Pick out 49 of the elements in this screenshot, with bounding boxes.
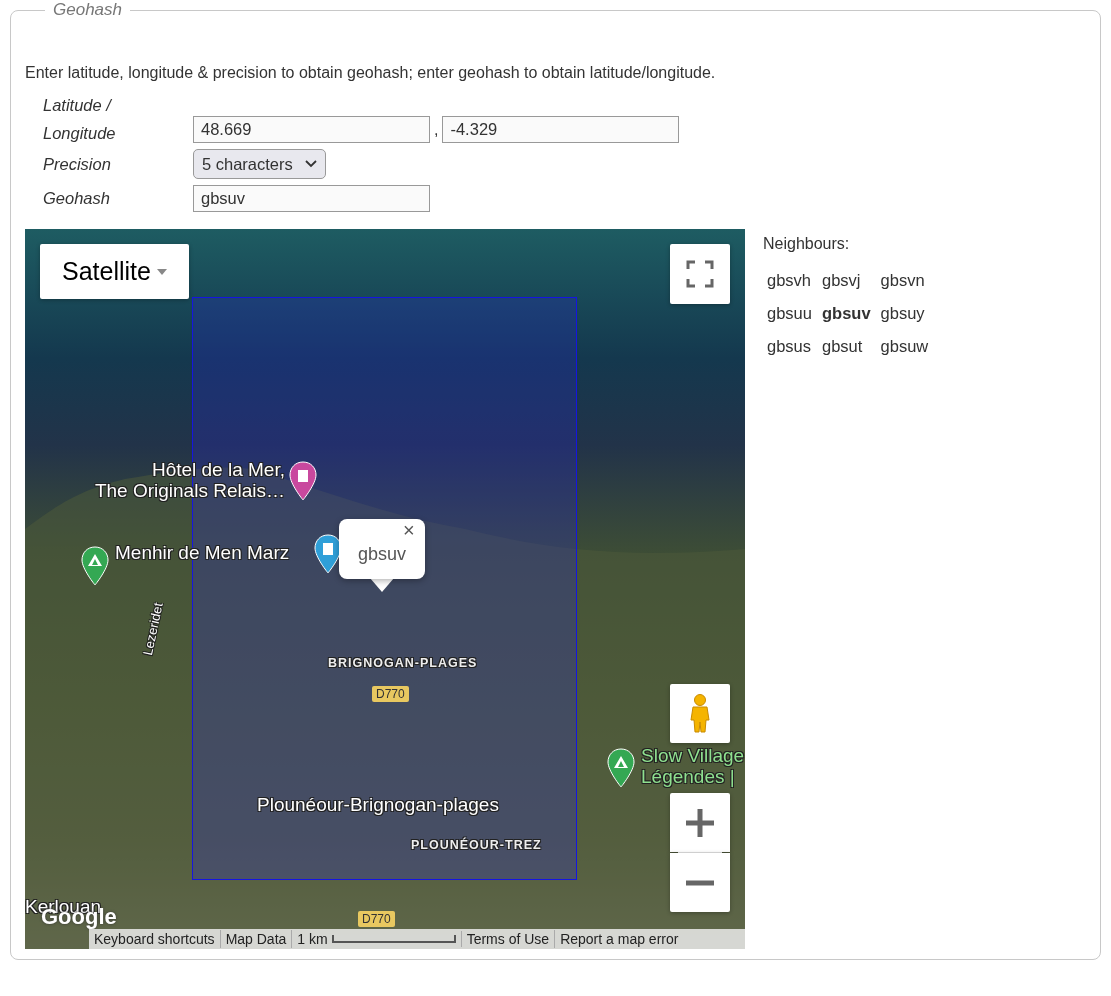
neighbour-geohash: gbsuw [880,337,929,356]
zoom-out-button[interactable] [670,853,730,912]
footer-link[interactable]: Keyboard shortcuts [89,930,221,948]
precision-dropdown[interactable]: 5 characters [193,149,326,179]
footer-link[interactable]: Report a map error [555,930,684,948]
zoom-in-button[interactable] [670,793,730,852]
field-label: Latitude / [43,96,113,115]
intro-text: Enter latitude, longitude & precision to obtain geohash; enter geohash to obtain latitude/longitude. [25,64,717,82]
place-name: PLOUNÉOUR-TREZ [411,836,542,854]
caret-icon [156,268,167,275]
neighbours-title: Neighbours: [763,235,851,253]
minus-icon [686,879,714,886]
map-pin-icon[interactable] [81,546,109,586]
place-name: Slow Village Légendes | [641,745,745,787]
latitude-field[interactable]: 48.669 [193,116,430,143]
field-label: Geohash [43,189,111,208]
map-pin-icon[interactable] [607,748,635,788]
neighbour-geohash: gbsut [821,337,864,356]
separator: , [434,120,439,139]
neighbour-geohash: gbsus [767,337,812,356]
footer-link[interactable]: Terms of Use [461,930,556,948]
chevron-icon [304,160,317,168]
neighbour-geohash: gbsvh [767,271,812,290]
plus-icon [686,808,714,837]
street-name: Lezeridet [138,600,167,658]
neighbour-geohash: gbsvn [880,271,926,290]
fullscreen-button[interactable] [670,244,730,304]
place-name: BRIGNOGAN-PLAGES [328,655,478,672]
close-button[interactable]: × [403,520,415,540]
geohash-field[interactable]: gbsuv [193,185,430,212]
map-pin-icon[interactable] [289,461,317,501]
neighbour-geohash: gbsvj [821,271,862,290]
longitude-field[interactable]: -4.329 [442,116,680,143]
place-name: Plounéour-Brignogan-plages [257,794,499,815]
neighbour-geohash: gbsuv [821,304,871,323]
scale-label: 1 km [297,931,328,947]
person-icon [688,693,712,734]
field-label: Longitude [43,124,117,143]
road-number: D770 [372,686,409,702]
map-type-dropdown[interactable]: Satellite [40,244,189,299]
neighbour-geohash: gbsuy [880,304,926,323]
footer-link[interactable]: Map Data [220,930,293,948]
satellite-map[interactable] [25,229,745,949]
fullscreen-icon [686,260,714,288]
section-legend: Geohash [45,0,130,20]
neighbour-geohash: gbsuu [767,304,812,323]
field-label: Precision [43,154,112,174]
road-number: D770 [358,911,395,927]
scale-bar-icon [331,934,456,944]
